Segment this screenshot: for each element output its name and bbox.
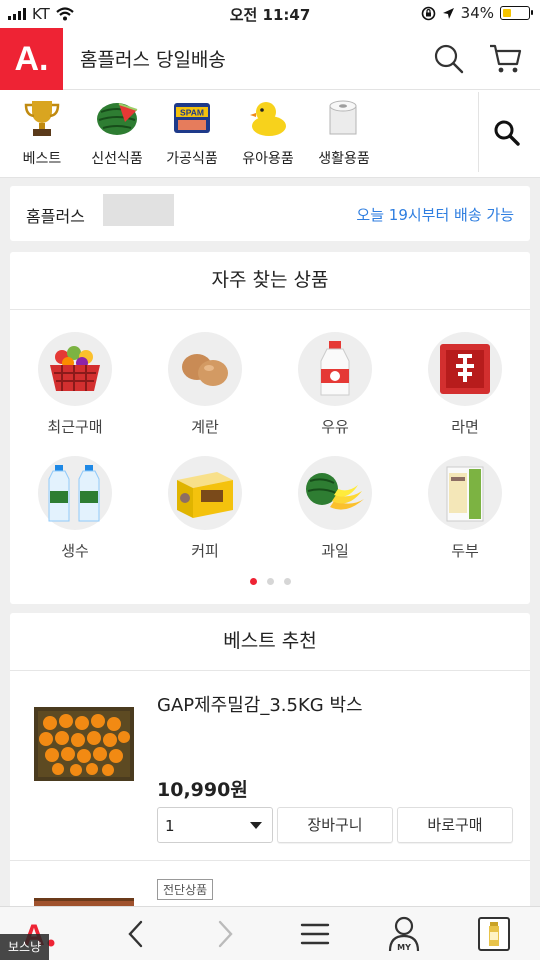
pagination-dot[interactable] <box>283 578 291 585</box>
frequent-item-coffee[interactable]: 커피 <box>140 456 270 561</box>
frequent-item-milk[interactable]: 우유 <box>270 332 400 437</box>
battery-icon <box>500 6 533 20</box>
battery-fill <box>503 9 512 17</box>
chevron-right-icon <box>218 920 233 948</box>
category-best[interactable]: 베스트 <box>2 96 82 168</box>
user-icon: MY <box>388 916 420 952</box>
category-baby[interactable]: 유아용품 <box>228 96 308 168</box>
pagination-dot[interactable] <box>249 578 257 585</box>
category-fresh[interactable]: 신선식품 <box>77 96 157 168</box>
category-search-icon[interactable] <box>492 118 522 148</box>
quantity-select[interactable]: 1 <box>157 807 273 843</box>
frequent-label: 커피 <box>191 542 219 560</box>
chevron-down-icon <box>250 822 262 829</box>
bottom-nav: A MY <box>0 906 540 960</box>
recent-product-icon <box>478 917 510 951</box>
store-info-card: 홈플러스 오늘 19시부터 배송 가능 <box>10 186 530 241</box>
category-label: 유아용품 <box>242 151 294 167</box>
eggs-icon <box>168 332 242 406</box>
frequent-label: 라면 <box>451 418 479 436</box>
app-logo[interactable]: A. <box>0 28 63 90</box>
flyer-badge: 전단상품 <box>157 879 214 900</box>
battery-percent: 34% <box>460 4 494 22</box>
best-recommend-card: 베스트 추천 GAP제주밀감_3.5KG 박스 10,990원 1 장바구니 바… <box>10 613 530 923</box>
buy-now-button[interactable]: 바로구매 <box>397 807 513 843</box>
category-label: 가공식품 <box>166 151 218 167</box>
status-bar: KT 오전 11:47 34% <box>0 0 540 28</box>
frequent-label: 두부 <box>451 542 479 560</box>
milk-icon <box>298 332 372 406</box>
watermark: 보스냥 <box>0 934 50 960</box>
category-label: 베스트 <box>22 151 62 167</box>
menu-button[interactable] <box>295 915 335 953</box>
back-button[interactable] <box>116 915 156 953</box>
quantity-value: 1 <box>165 817 175 835</box>
fruit-icon <box>298 456 372 530</box>
status-right: 34% <box>421 4 533 22</box>
watermelon-icon <box>93 96 141 140</box>
search-icon[interactable] <box>432 42 466 76</box>
product-price: 10,990원 <box>157 779 248 801</box>
carousel-pagination[interactable] <box>10 578 530 585</box>
water-bottle-icon <box>38 456 112 530</box>
tofu-icon <box>428 456 502 530</box>
header-title: 홈플러스 당일배송 <box>80 49 226 71</box>
trophy-icon <box>18 96 66 140</box>
forward-button[interactable] <box>205 915 245 953</box>
frequent-item-fruit[interactable]: 과일 <box>270 456 400 561</box>
menu-icon <box>300 923 330 945</box>
location-arrow-icon <box>442 7 454 19</box>
my-label: MY <box>397 943 411 952</box>
frequent-label: 과일 <box>321 542 349 560</box>
svg-text:SPAM: SPAM <box>180 108 204 118</box>
frequent-label: 최근구매 <box>47 418 103 436</box>
coffee-box-icon <box>168 456 242 530</box>
frequent-label: 우유 <box>321 418 349 436</box>
app-header: A. 홈플러스 당일배송 <box>0 28 540 90</box>
rotation-lock-icon <box>421 6 435 20</box>
my-page-button[interactable]: MY <box>384 915 424 953</box>
frequent-item-ramen[interactable]: 라면 <box>400 332 530 437</box>
frequent-item-eggs[interactable]: 계란 <box>140 332 270 437</box>
rubber-duck-icon <box>244 96 292 140</box>
chevron-left-icon <box>128 920 143 948</box>
product-item[interactable]: GAP제주밀감_3.5KG 박스 10,990원 1 장바구니 바로구매 <box>10 671 530 861</box>
add-to-cart-button[interactable]: 장바구니 <box>277 807 393 843</box>
category-bar: 베스트 신선식품 SPAM 가공식품 유아용품 생활용품 <box>0 90 540 178</box>
store-branch-redacted <box>103 194 174 226</box>
category-divider <box>478 92 479 172</box>
best-title: 베스트 추천 <box>10 613 530 671</box>
product-name[interactable]: GAP제주밀감_3.5KG 박스 <box>157 691 363 717</box>
ramen-icon <box>428 332 502 406</box>
cart-icon[interactable] <box>488 42 524 76</box>
category-processed[interactable]: SPAM 가공식품 <box>152 96 232 168</box>
frequent-item-tofu[interactable]: 두부 <box>400 456 530 561</box>
pagination-dot[interactable] <box>266 578 274 585</box>
frequent-label: 계란 <box>191 418 219 436</box>
category-label: 신선식품 <box>91 151 143 167</box>
category-household[interactable]: 생활용품 <box>304 96 384 168</box>
store-name: 홈플러스 <box>26 207 85 226</box>
grocery-basket-icon <box>38 332 112 406</box>
recent-product-button[interactable] <box>474 915 514 953</box>
toilet-paper-icon <box>320 96 368 140</box>
frequent-label: 생수 <box>61 542 89 560</box>
product-thumbnail[interactable] <box>34 707 134 781</box>
frequent-title: 자주 찾는 상품 <box>10 252 530 310</box>
frequent-item-water[interactable]: 생수 <box>10 456 140 561</box>
frequent-products-card: 자주 찾는 상품 최근구매 계란 우유 라면 생수 커피 과일 두부 <box>10 252 530 604</box>
category-label: 생활용품 <box>318 151 370 167</box>
delivery-time-link[interactable]: 오늘 19시부터 배송 가능 <box>356 204 514 225</box>
spam-can-icon: SPAM <box>168 96 216 140</box>
frequent-item-recent[interactable]: 최근구매 <box>10 332 140 437</box>
